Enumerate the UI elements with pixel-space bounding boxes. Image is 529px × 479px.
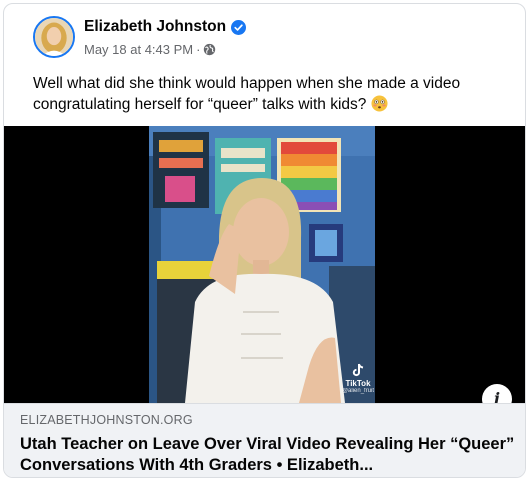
- tiktok-watermark: TikTok @alien_fruit: [341, 362, 375, 394]
- verified-badge-icon: [231, 19, 247, 35]
- post-header: Elizabeth Johnston May 18 at 4:43 PM ·: [4, 4, 525, 68]
- avatar-image: [35, 18, 73, 56]
- author-name[interactable]: Elizabeth Johnston: [84, 18, 226, 36]
- link-domain: ELIZABETHJOHNSTON.ORG: [20, 413, 193, 427]
- flushed-face-emoji-icon: [371, 95, 388, 112]
- tiktok-brand: TikTok: [345, 379, 371, 388]
- video-player[interactable]: TikTok @alien_fruit i: [4, 126, 525, 403]
- globe-icon[interactable]: [203, 43, 216, 56]
- meta-separator: ·: [196, 42, 201, 57]
- link-preview[interactable]: ELIZABETHJOHNSTON.ORG Utah Teacher on Le…: [4, 403, 525, 477]
- post-meta: May 18 at 4:43 PM ·: [84, 42, 216, 57]
- post-text: Well what did she think would happen whe…: [33, 75, 461, 113]
- info-button[interactable]: i: [482, 384, 512, 403]
- author-avatar[interactable]: [33, 16, 75, 58]
- post-timestamp[interactable]: May 18 at 4:43 PM: [84, 42, 193, 57]
- tiktok-logo-icon: [352, 363, 364, 377]
- post-card: Elizabeth Johnston May 18 at 4:43 PM · W…: [3, 3, 526, 478]
- tiktok-handle: @alien_fruit: [341, 388, 375, 394]
- link-title[interactable]: Utah Teacher on Leave Over Viral Video R…: [20, 434, 515, 476]
- post-body: Well what did she think would happen whe…: [33, 73, 503, 115]
